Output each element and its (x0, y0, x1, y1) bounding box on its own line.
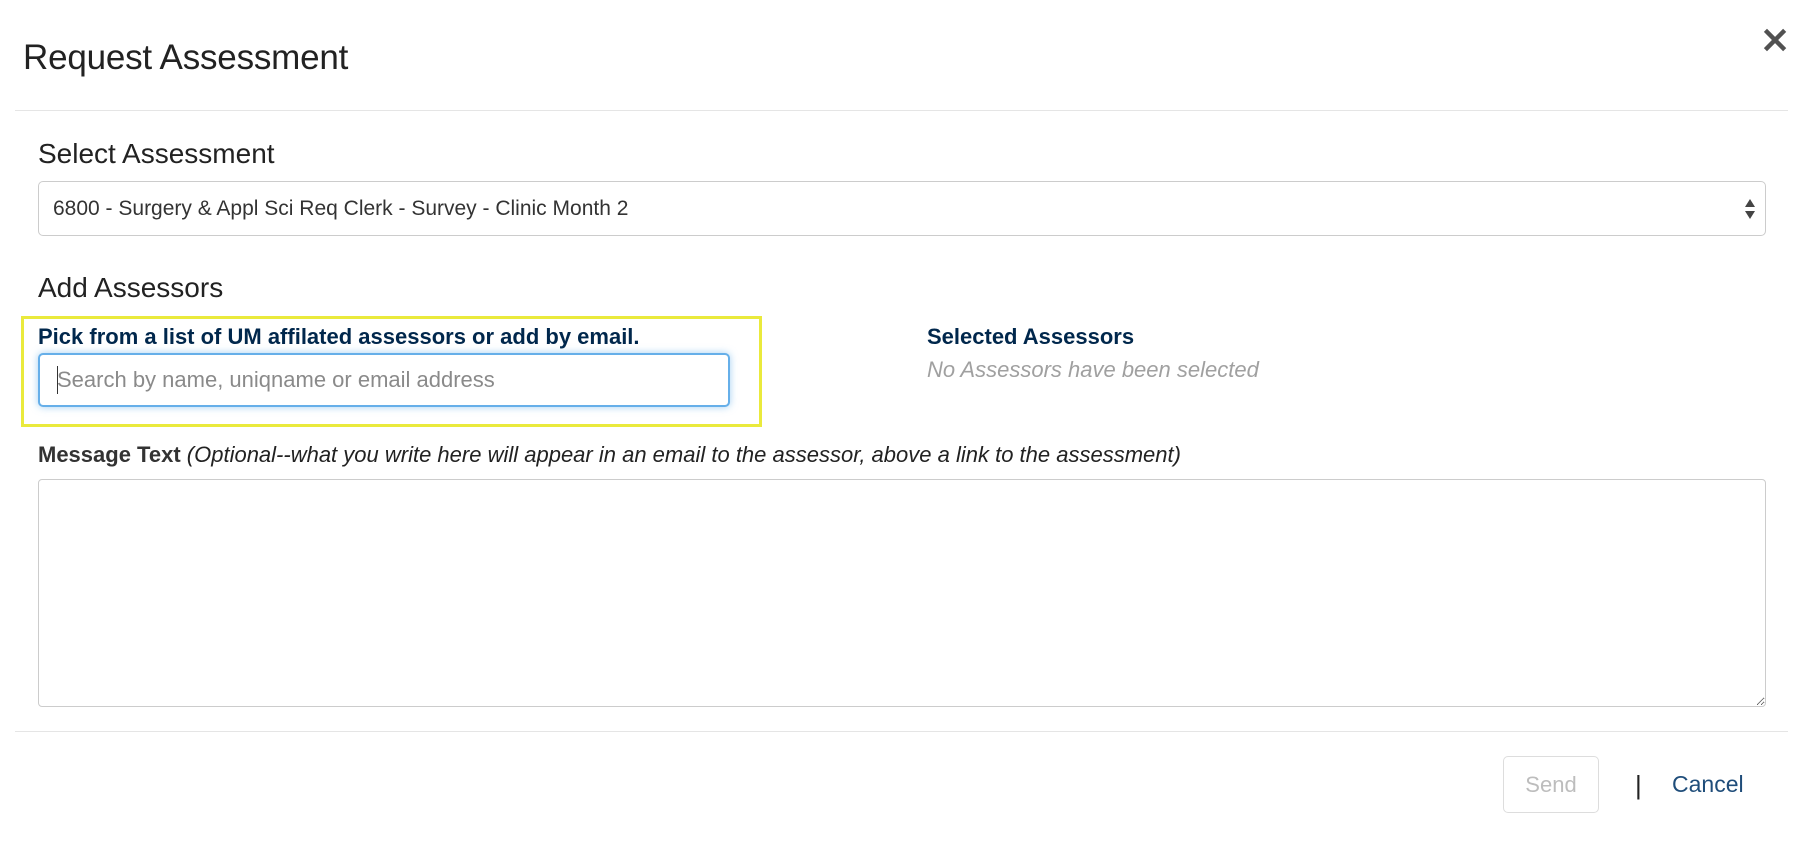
selected-assessors-heading: Selected Assessors (927, 324, 1135, 349)
footer-divider: | (1635, 770, 1642, 800)
sort-arrows-icon (1745, 199, 1755, 219)
message-label-title: Message Text (38, 442, 181, 467)
message-label-hint: (Optional--what you write here will appe… (186, 442, 1181, 467)
selected-assessors-empty: No Assessors have been selected (927, 357, 1259, 382)
modal-title: Request Assessment (23, 38, 349, 77)
assessment-select[interactable]: 6800 - Surgery & Appl Sci Req Clerk - Su… (38, 181, 1766, 236)
request-assessment-modal: Request Assessment × Select Assessment 6… (0, 0, 1803, 849)
text-cursor (57, 366, 58, 394)
add-assessors-heading: Add Assessors (38, 272, 224, 303)
send-button[interactable]: Send (1503, 756, 1599, 813)
message-textarea[interactable] (38, 479, 1766, 707)
close-button[interactable]: × (1758, 20, 1792, 58)
cancel-link[interactable]: Cancel (1672, 771, 1744, 798)
close-icon: × (1759, 17, 1791, 61)
assessor-picker-label: Pick from a list of UM affilated assesso… (38, 324, 640, 349)
select-assessment-heading: Select Assessment (38, 138, 275, 169)
message-text-label: Message Text (Optional--what you write h… (38, 442, 1181, 468)
assessor-search-input[interactable] (38, 353, 730, 407)
assessment-select-value: 6800 - Surgery & Appl Sci Req Clerk - Su… (53, 197, 629, 220)
